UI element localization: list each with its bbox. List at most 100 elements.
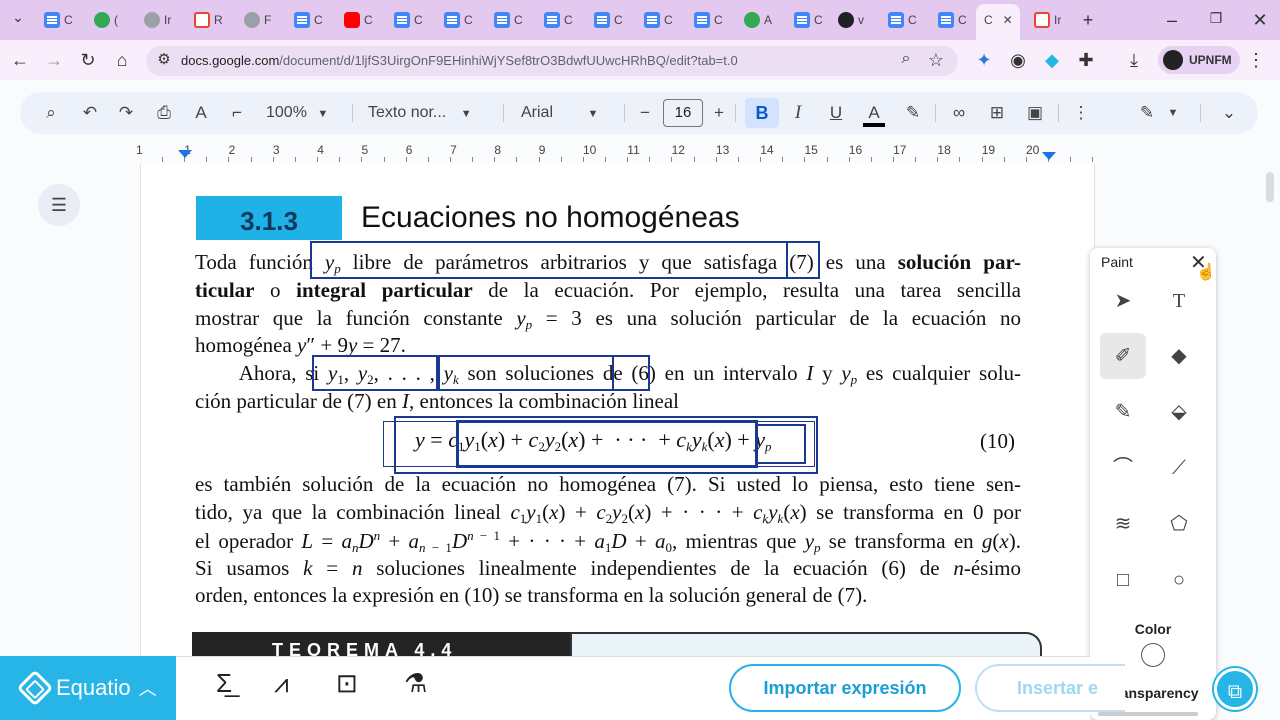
screenshot-reader-icon[interactable]: ⊡ — [336, 668, 358, 699]
equatio-menu-button[interactable]: Equatio ︿ — [0, 656, 176, 720]
line-tool-icon[interactable]: ⟋ — [1156, 445, 1202, 491]
equatio-extension-icon[interactable]: ◆ — [1040, 51, 1064, 69]
eyedropper-tool-icon[interactable]: ✐ — [1100, 333, 1146, 379]
tab-search-icon[interactable]: ⌄ — [6, 10, 30, 24]
site-info-icon[interactable]: ⚙ — [152, 52, 176, 67]
circle-tool-icon[interactable]: ○ — [1156, 557, 1202, 603]
font-select[interactable]: Arial ▼ — [521, 104, 598, 122]
download-icon[interactable]: ⤓ — [1122, 51, 1146, 69]
left-indent-marker[interactable] — [178, 150, 192, 158]
tab-9[interactable]: C — [444, 6, 473, 34]
new-tab-icon[interactable]: + — [1076, 11, 1100, 29]
tab-14[interactable]: C — [694, 6, 723, 34]
tab-12[interactable]: C — [594, 6, 623, 34]
italic-button[interactable]: I — [787, 103, 809, 123]
zoom-select[interactable]: 100% ▼ — [266, 104, 328, 122]
transparency-slider[interactable] — [1098, 712, 1198, 716]
style-select[interactable]: Texto nor... ▼ — [368, 104, 472, 122]
tab-20[interactable]: C ✕ — [984, 6, 1013, 34]
right-indent-marker[interactable] — [1042, 152, 1056, 160]
print-icon[interactable]: ⎙ — [153, 103, 175, 123]
insert-image-icon[interactable]: ▣ — [1024, 103, 1046, 123]
extension-wand-icon[interactable]: ✦ — [972, 51, 996, 69]
tab-15[interactable]: A — [744, 6, 772, 34]
annotation-box[interactable] — [786, 241, 820, 279]
annotation-box[interactable] — [456, 420, 758, 468]
tab-2[interactable]: ( — [94, 6, 118, 34]
fill-tool-icon[interactable]: ◆ — [1156, 333, 1202, 379]
graph-editor-icon[interactable]: ⩘ — [274, 668, 289, 700]
hide-menus-icon[interactable]: ⌄ — [1218, 103, 1240, 123]
restore-icon[interactable]: ❐ — [1204, 11, 1228, 25]
scrollbar[interactable] — [1266, 172, 1274, 202]
tab-11[interactable]: C — [544, 6, 573, 34]
highlight-color-icon[interactable]: ✎ — [902, 103, 924, 123]
text-tool-icon[interactable]: T — [1156, 278, 1202, 324]
tab-7[interactable]: C — [344, 6, 373, 34]
increase-font-size-icon[interactable]: + — [708, 103, 730, 123]
tab-18[interactable]: C — [888, 6, 917, 34]
url-text[interactable]: docs.google.com/document/d/1ljfS3UirgOnF… — [181, 53, 738, 68]
home-icon[interactable]: ⌂ — [110, 51, 134, 69]
tab-21[interactable]: Ir — [1034, 6, 1061, 34]
path-tool-icon[interactable]: ≋ — [1100, 501, 1146, 547]
annotation-box[interactable] — [312, 355, 438, 391]
curve-tool-icon[interactable]: ⌒ — [1100, 445, 1146, 491]
tab-13[interactable]: C — [644, 6, 673, 34]
undo-icon[interactable]: ↶ — [79, 103, 101, 123]
tab-4[interactable]: R — [194, 6, 223, 34]
tab-8[interactable]: C — [394, 6, 423, 34]
minimize-icon[interactable]: – — [1160, 11, 1184, 29]
tab-19[interactable]: C — [938, 6, 967, 34]
profile-button[interactable]: UPNFM — [1158, 46, 1240, 74]
tab-10[interactable]: C — [494, 6, 523, 34]
copy-icon[interactable]: ⧉ — [1214, 668, 1256, 710]
extension-icon[interactable]: ◉ — [1006, 51, 1030, 69]
more-options-icon[interactable]: ⋮ — [1070, 103, 1092, 123]
bold-button[interactable]: B — [745, 98, 779, 128]
tab-3[interactable]: Ir — [144, 6, 171, 34]
underline-button[interactable]: U — [825, 103, 847, 123]
close-window-icon[interactable]: ✕ — [1248, 11, 1272, 29]
add-comment-icon[interactable]: ⊞ — [986, 103, 1008, 123]
rectangle-tool-icon[interactable]: □ — [1100, 557, 1146, 603]
tab-6[interactable]: C — [294, 6, 323, 34]
ruler[interactable]: 1 1 2 3 4 5 6 7 8 9 10 11 12 13 14 15 16 17 18 19 20 — [136, 143, 1095, 163]
tab-1[interactable]: C — [44, 6, 73, 34]
font-size-input[interactable]: 16 — [663, 99, 703, 127]
tab-17[interactable]: v — [838, 6, 864, 34]
bookmark-star-icon[interactable]: ☆ — [924, 51, 948, 69]
insert-link-icon[interactable]: ∞ — [948, 103, 970, 123]
browser-menu-icon[interactable]: ⋮ — [1244, 51, 1268, 69]
tab-16[interactable]: C — [794, 6, 823, 34]
reload-icon[interactable]: ↻ — [76, 51, 100, 69]
forward-icon[interactable]: → — [42, 51, 66, 69]
insert-button[interactable]: Insertar e — [975, 664, 1125, 712]
search-menus-icon[interactable]: ⌕ — [40, 103, 62, 123]
editing-mode-icon[interactable]: ✎ — [1136, 103, 1158, 123]
redo-icon[interactable]: ↷ — [115, 103, 137, 123]
close-tab-icon[interactable]: ✕ — [1003, 13, 1013, 27]
extensions-puzzle-icon[interactable]: ✚ — [1074, 51, 1098, 69]
math-editor-icon[interactable]: Σ̲ — [216, 668, 232, 699]
spellcheck-icon[interactable]: A — [190, 103, 212, 123]
eraser-tool-icon[interactable]: ⬙ — [1156, 389, 1202, 435]
annotation-box[interactable] — [438, 355, 614, 391]
back-icon[interactable]: ← — [8, 51, 32, 69]
document-outline-icon[interactable]: ☰ — [38, 184, 80, 226]
chemistry-icon[interactable]: ⚗ — [404, 668, 427, 699]
zoom-icon[interactable]: ⌕ — [894, 51, 918, 67]
paint-format-icon[interactable]: ⌐ — [226, 103, 248, 123]
tab-5[interactable]: F — [244, 6, 271, 34]
polygon-tool-icon[interactable]: ⬠ — [1156, 501, 1202, 547]
annotation-box[interactable] — [612, 355, 650, 391]
color-swatch[interactable] — [1141, 643, 1165, 667]
chevron-down-icon[interactable]: ▼ — [1162, 103, 1184, 123]
pencil-tool-icon[interactable]: ✎ — [1100, 389, 1146, 435]
text-color-button[interactable]: A — [863, 103, 885, 127]
annotation-box[interactable] — [310, 241, 788, 279]
annotation-box[interactable] — [756, 424, 806, 464]
select-tool-icon[interactable]: ➤ — [1100, 278, 1146, 324]
decrease-font-size-icon[interactable]: − — [634, 103, 656, 123]
import-expression-button[interactable]: Importar expresión — [729, 664, 961, 712]
